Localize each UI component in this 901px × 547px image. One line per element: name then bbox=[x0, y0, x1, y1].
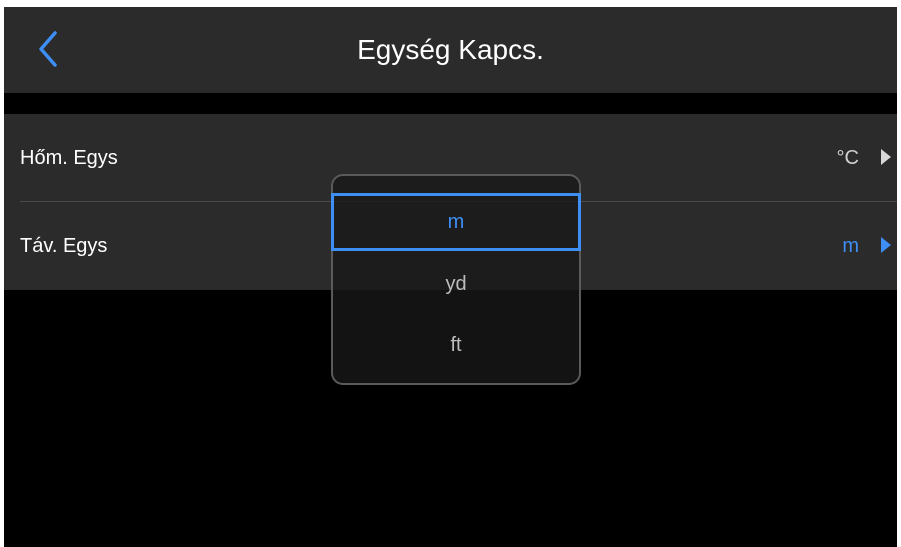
caret-right-icon bbox=[881, 237, 891, 253]
temperature-unit-value: °C bbox=[836, 147, 859, 169]
distance-unit-picker: m yd ft bbox=[331, 174, 581, 385]
back-button[interactable] bbox=[28, 27, 68, 71]
picker-option-m[interactable]: m bbox=[331, 193, 581, 251]
top-bar: Egység Kapcs. bbox=[4, 7, 897, 93]
caret-right-icon bbox=[881, 149, 891, 165]
page-title: Egység Kapcs. bbox=[357, 34, 544, 65]
picker-option-ft[interactable]: ft bbox=[333, 316, 579, 374]
distance-unit-label: Táv. Egys bbox=[20, 235, 108, 257]
temperature-unit-label: Hőm. Egys bbox=[20, 147, 118, 169]
picker-option-yd[interactable]: yd bbox=[333, 255, 579, 313]
app-screen: Egység Kapcs. Hőm. Egys °C Táv. Egys m m… bbox=[4, 7, 897, 547]
chevron-left-icon bbox=[39, 31, 57, 67]
distance-unit-value: m bbox=[842, 235, 859, 257]
